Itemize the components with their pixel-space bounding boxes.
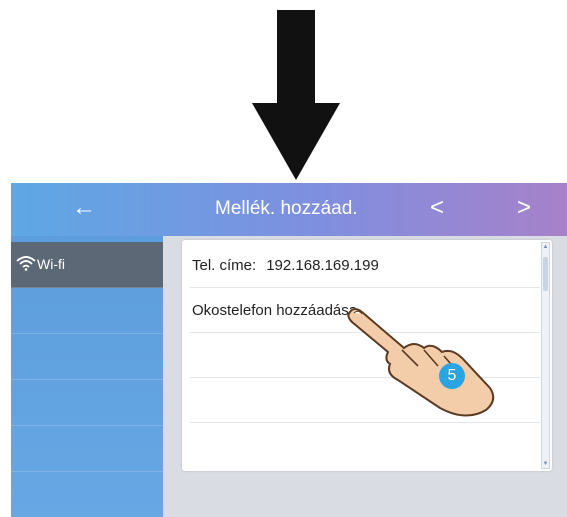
step-number-badge: 5 xyxy=(439,363,465,389)
sidebar-item-empty[interactable] xyxy=(11,380,163,426)
sidebar: Wi-fi xyxy=(11,236,163,517)
phone-address-row: Tel. címe: 192.168.169.199 xyxy=(190,243,540,288)
down-arrow-icon xyxy=(252,10,340,180)
add-smartphone-label: Okostelefon hozzáadása xyxy=(192,302,358,319)
chevron-right-icon: > xyxy=(516,194,531,221)
previous-button[interactable]: < xyxy=(423,193,451,223)
sidebar-item-label: Wi-fi xyxy=(37,256,65,272)
scroll-down-icon[interactable]: ▼ xyxy=(542,460,549,468)
scrollbar[interactable]: ▲ ▼ xyxy=(541,242,550,469)
left-arrow-icon: ← xyxy=(72,194,96,221)
scroll-thumb[interactable] xyxy=(543,257,548,291)
phone-address-value: 192.168.169.199 xyxy=(266,257,379,274)
page-title: Mellék. hozzáad. xyxy=(215,198,358,219)
sidebar-item-empty[interactable] xyxy=(11,334,163,380)
next-button[interactable]: > xyxy=(510,193,538,223)
phone-address-label: Tel. címe: xyxy=(192,257,257,274)
sidebar-item-empty[interactable] xyxy=(11,426,163,472)
sidebar-item-empty[interactable] xyxy=(11,288,163,334)
pointing-hand-icon xyxy=(347,308,495,417)
header-bar: ← Mellék. hozzáad. < > xyxy=(11,183,567,236)
scroll-up-icon[interactable]: ▲ xyxy=(542,243,549,251)
sidebar-item-wifi[interactable]: Wi-fi xyxy=(11,242,163,288)
back-button[interactable]: ← xyxy=(69,193,99,223)
wifi-icon xyxy=(16,256,36,271)
chevron-left-icon: < xyxy=(429,194,444,221)
